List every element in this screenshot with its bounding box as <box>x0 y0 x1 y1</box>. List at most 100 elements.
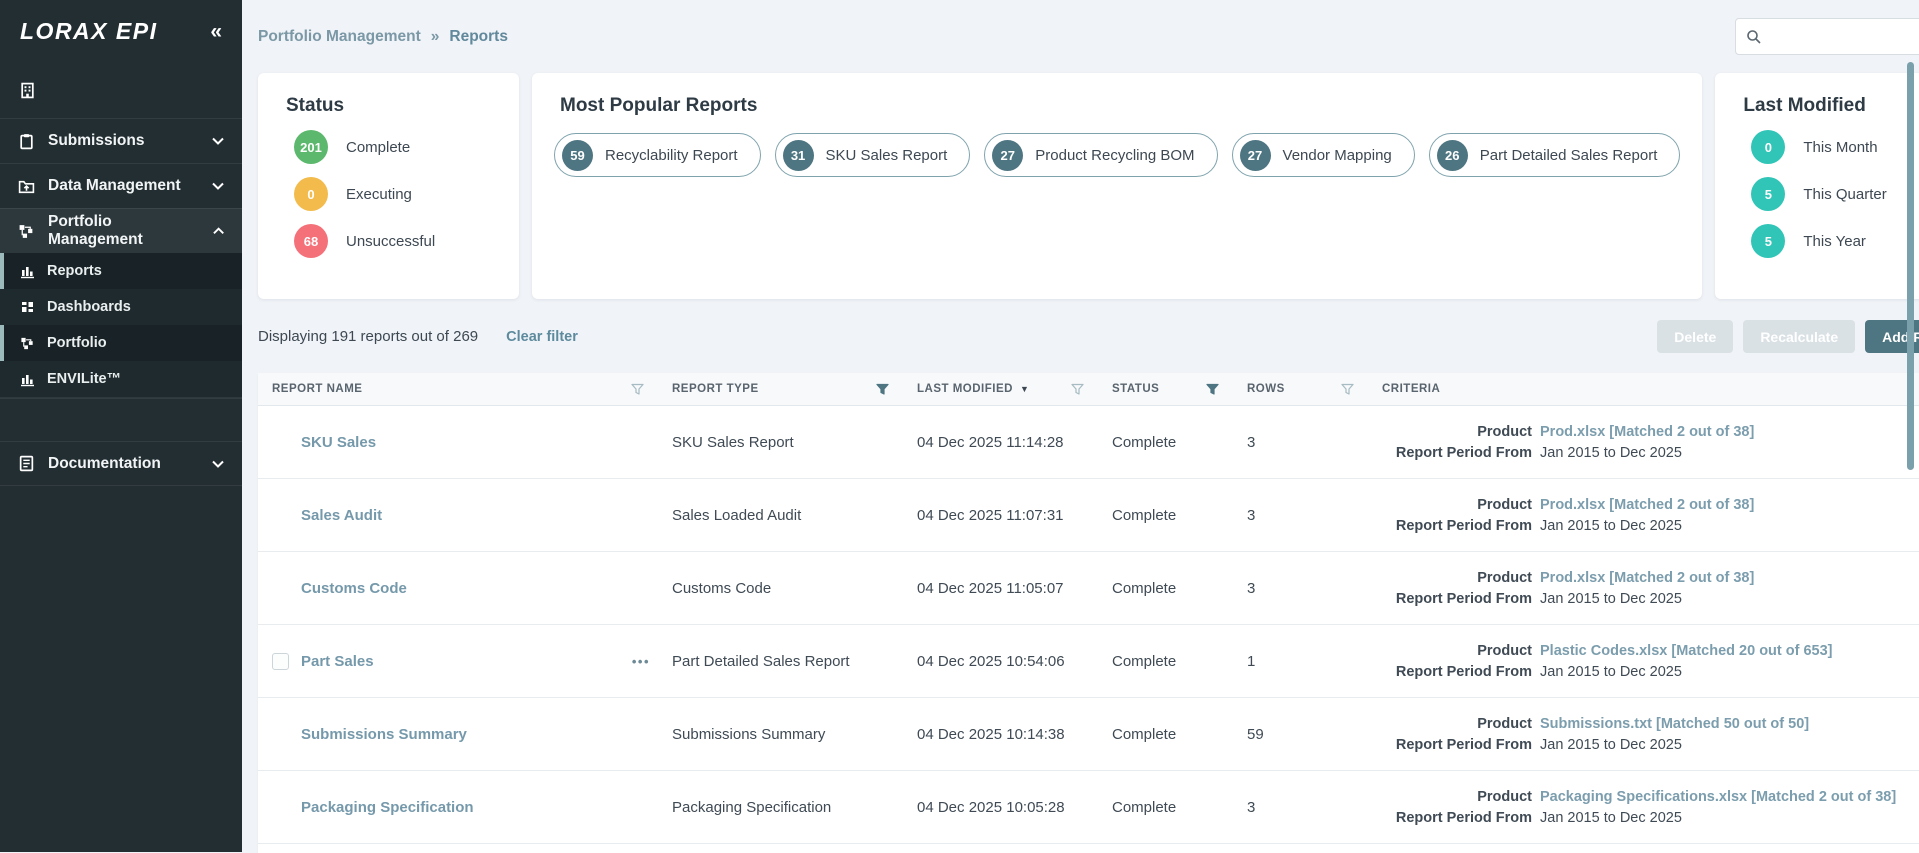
column-header-rows[interactable]: ROWS <box>1233 383 1368 396</box>
sidebar-item-label: Data Management <box>48 177 181 195</box>
cell-report-type: Sales Loaded Audit <box>658 507 903 524</box>
breadcrumb-portfolio-management[interactable]: Portfolio Management <box>258 28 421 46</box>
report-name-link[interactable]: SKU Sales <box>301 434 376 451</box>
report-name-link[interactable]: Sales Audit <box>301 507 382 524</box>
popular-report-pill[interactable]: 27 Vendor Mapping <box>1232 133 1415 177</box>
cell-rows: 3 <box>1233 507 1368 524</box>
filter-icon[interactable] <box>876 383 889 396</box>
criteria-product-link[interactable]: Plastic Codes.xlsx [Matched 20 out of 65… <box>1540 643 1919 659</box>
popular-report-pill[interactable]: 27 Product Recycling BOM <box>984 133 1217 177</box>
cell-status: Complete <box>1098 799 1233 816</box>
breadcrumb-separator: » <box>431 28 440 46</box>
criteria-period-label: Report Period From <box>1382 810 1532 826</box>
popular-report-pill[interactable]: 31 SKU Sales Report <box>775 133 971 177</box>
status-item[interactable]: 201 Complete <box>280 130 497 164</box>
cell-rows: 59 <box>1233 726 1368 743</box>
row-menu-icon[interactable]: ••• <box>632 654 650 669</box>
row-checkbox[interactable] <box>272 653 289 670</box>
criteria-product-link[interactable]: Prod.xlsx [Matched 2 out of 38] <box>1540 497 1919 513</box>
popular-report-pill[interactable]: 26 Part Detailed Sales Report <box>1429 133 1681 177</box>
report-name-link[interactable]: Customs Code <box>301 580 407 597</box>
sidebar-item-reports[interactable]: Reports <box>0 253 242 289</box>
search-input[interactable] <box>1770 28 1914 46</box>
sidebar-item-data-management[interactable]: Data Management <box>0 163 242 208</box>
chevron-down-icon <box>212 182 224 190</box>
report-name-link[interactable]: Packaging Specification <box>301 799 474 816</box>
popular-report-label: Recyclability Report <box>605 147 738 164</box>
last-modified-card: Last Modified 0 This Month 5 This Quarte… <box>1715 73 1919 299</box>
criteria-period-value: Jan 2015 to Dec 2025 <box>1540 664 1919 680</box>
criteria-period-label: Report Period From <box>1382 664 1532 680</box>
last-modified-title: Last Modified <box>1743 95 1919 117</box>
report-name-link[interactable]: Part Sales <box>301 653 374 670</box>
sidebar-item-portfolio-management[interactable]: Portfolio Management <box>0 208 242 253</box>
sidebar-item-documentation[interactable]: Documentation <box>0 441 242 486</box>
sidebar-item-company[interactable] <box>0 62 242 118</box>
folder-upload-icon <box>18 178 35 195</box>
status-item[interactable]: 0 Executing <box>280 177 497 211</box>
criteria-product-link[interactable]: Submissions.txt [Matched 50 out of 50] <box>1540 716 1919 732</box>
cell-criteria: Product Prod.xlsx [Matched 2 out of 38] … <box>1368 424 1919 461</box>
sidebar-item-submissions[interactable]: Submissions <box>0 118 242 163</box>
column-header-report-type[interactable]: REPORT TYPE <box>658 383 903 396</box>
status-count-badge: 0 <box>294 177 328 211</box>
main-content: Portfolio Management » Reports Status 20… <box>242 0 1919 852</box>
last-modified-count-badge: 5 <box>1751 177 1785 211</box>
criteria-product-link[interactable]: Prod.xlsx [Matched 2 out of 38] <box>1540 570 1919 586</box>
filter-icon[interactable] <box>1206 383 1219 396</box>
reports-table: REPORT NAME REPORT TYPE LAST MODIFIED▼ S… <box>258 373 1919 853</box>
table-row: SKU Sales ••• SKU Sales Report 04 Dec 20… <box>258 406 1919 479</box>
cell-criteria: Product Prod.xlsx [Matched 2 out of 38] … <box>1368 570 1919 607</box>
breadcrumb: Portfolio Management » Reports <box>258 28 508 46</box>
cell-report-type: SKU Sales Report <box>658 434 903 451</box>
column-header-last-modified[interactable]: LAST MODIFIED▼ <box>903 383 1098 396</box>
sidebar-item-envilite[interactable]: ENVILite™ <box>0 361 242 397</box>
status-label: Executing <box>346 186 412 203</box>
cell-status: Complete <box>1098 434 1233 451</box>
table-row: Part Sales ••• Part Detailed Sales Repor… <box>258 625 1919 698</box>
cell-report-name: Packaging Specification ••• <box>258 799 658 816</box>
recalculate-button[interactable]: Recalculate <box>1743 320 1855 353</box>
sidebar-collapse-button[interactable]: « <box>210 21 222 42</box>
clear-filter-link[interactable]: Clear filter <box>506 329 578 345</box>
popular-report-label: Part Detailed Sales Report <box>1480 147 1658 164</box>
filter-icon[interactable] <box>1071 383 1084 396</box>
popular-report-label: Vendor Mapping <box>1283 147 1392 164</box>
report-name-link[interactable]: Submissions Summary <box>301 726 467 743</box>
status-item[interactable]: 68 Unsuccessful <box>280 224 497 258</box>
last-modified-item[interactable]: 5 This Year <box>1737 224 1919 258</box>
criteria-product-link[interactable]: Packaging Specifications.xlsx [Matched 2… <box>1540 789 1919 805</box>
sidebar-item-label: Portfolio <box>47 335 107 351</box>
popular-report-label: SKU Sales Report <box>826 147 948 164</box>
last-modified-item[interactable]: 5 This Quarter <box>1737 177 1919 211</box>
table-row: Customs Code ••• Customs Code 04 Dec 202… <box>258 552 1919 625</box>
clipboard-icon <box>18 133 35 150</box>
sitemap-icon <box>18 223 35 240</box>
breadcrumb-reports[interactable]: Reports <box>449 28 508 46</box>
cell-report-name: Submissions Summary ••• <box>258 726 658 743</box>
most-popular-reports-card: Most Popular Reports 59 Recyclability Re… <box>532 73 1702 299</box>
most-popular-title: Most Popular Reports <box>560 95 1680 117</box>
sitemap-icon <box>20 336 35 351</box>
filter-icon[interactable] <box>631 383 644 396</box>
cell-report-name: Customs Code ••• <box>258 580 658 597</box>
popular-report-pill[interactable]: 59 Recyclability Report <box>554 133 761 177</box>
sidebar-item-label: Dashboards <box>47 299 131 315</box>
cell-last-modified: 04 Dec 2025 11:07:31 <box>903 507 1098 524</box>
sidebar-item-portfolio[interactable]: Portfolio <box>0 325 242 361</box>
last-modified-item[interactable]: 0 This Month <box>1737 130 1919 164</box>
status-card-title: Status <box>286 95 497 117</box>
cell-report-type: Packaging Specification <box>658 799 903 816</box>
filter-icon[interactable] <box>1341 383 1354 396</box>
delete-button[interactable]: Delete <box>1657 320 1733 353</box>
cell-report-type: Submissions Summary <box>658 726 903 743</box>
vertical-scrollbar[interactable] <box>1907 62 1914 470</box>
column-header-status[interactable]: STATUS <box>1098 383 1233 396</box>
popular-count-badge: 59 <box>562 140 593 171</box>
column-header-criteria[interactable]: CRITERIA <box>1368 383 1919 396</box>
criteria-product-label: Product <box>1382 643 1532 659</box>
column-header-report-name[interactable]: REPORT NAME <box>258 383 658 396</box>
criteria-product-link[interactable]: Prod.xlsx [Matched 2 out of 38] <box>1540 424 1919 440</box>
table-row: Sales Audit ••• Sales Loaded Audit 04 De… <box>258 479 1919 552</box>
sidebar-item-dashboards[interactable]: Dashboards <box>0 289 242 325</box>
